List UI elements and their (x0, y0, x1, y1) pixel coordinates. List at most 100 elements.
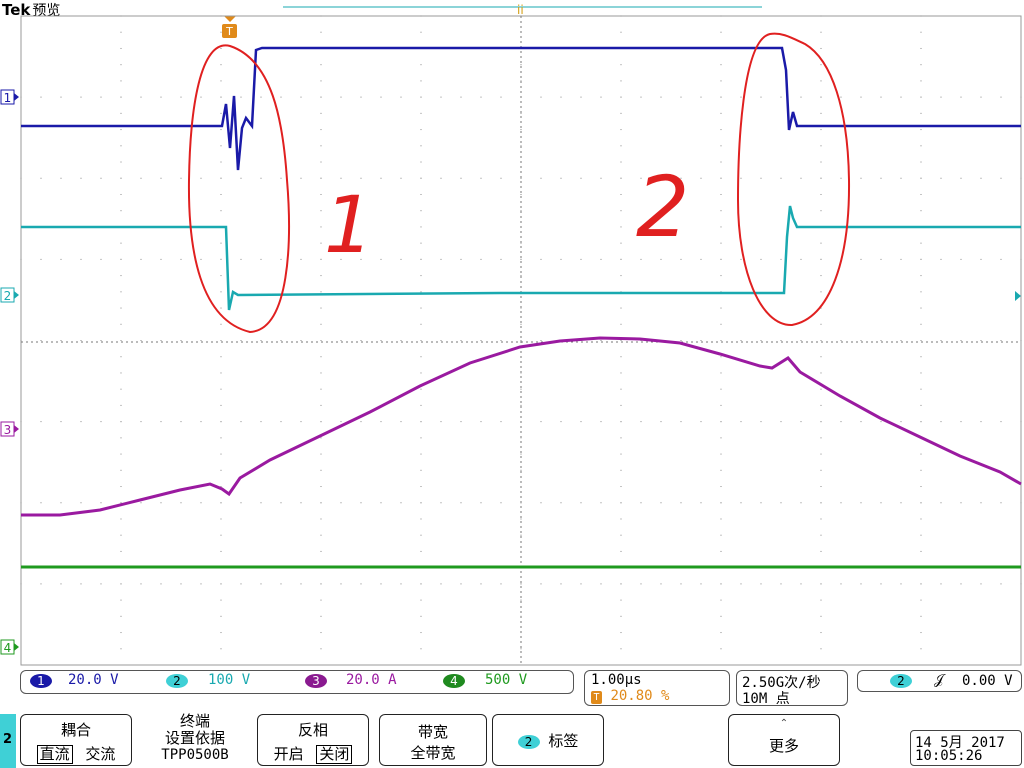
acquisition-box[interactable]: 2.50G次/秒 10M 点 (736, 670, 848, 707)
grid-dot (720, 421, 722, 423)
grid-dot (220, 469, 222, 471)
grid-dot (780, 502, 782, 504)
grid-dot (820, 177, 822, 179)
grid-dot (620, 550, 622, 552)
grid-dot (500, 177, 502, 179)
grid-dot (820, 47, 822, 49)
coupling-dc-option[interactable]: 直流 (36, 745, 73, 764)
grid-dot (700, 340, 702, 341)
grid-dot (420, 145, 422, 147)
coupling-ac-option[interactable]: 交流 (85, 745, 115, 763)
grid-dot (460, 421, 462, 423)
grid-dot (720, 161, 722, 163)
grid-dot (420, 518, 422, 520)
grid-dot (840, 502, 842, 504)
grid-dot (540, 502, 542, 504)
grid-dot (120, 469, 122, 471)
grid-dot (120, 112, 122, 114)
grid-dot (520, 534, 522, 536)
bandwidth-button[interactable]: 带宽 全带宽 (379, 714, 487, 766)
grid-dot (740, 340, 742, 341)
bandwidth-title: 带宽 (417, 723, 448, 741)
grid-dot (620, 615, 622, 617)
grid-dot (480, 583, 482, 585)
trigger-marker-letter: T (225, 25, 233, 38)
grid-dot (120, 550, 122, 552)
trigger-box[interactable]: 2 𝒥 0.00 V (857, 670, 1022, 692)
grid-dot (40, 96, 42, 98)
invert-off-option[interactable]: 关闭 (316, 745, 353, 764)
ch1-badge[interactable]: 1 (30, 674, 52, 688)
grid-dot (220, 632, 222, 634)
grid-dot (120, 404, 122, 406)
grid-dot (500, 96, 502, 98)
grid-dot (1000, 502, 1002, 504)
grid-dot (560, 502, 562, 504)
grid-dot (820, 404, 822, 406)
grid-dot (80, 340, 82, 341)
grid-dot (300, 258, 302, 260)
grid-dot (920, 96, 922, 98)
side-channel-tab[interactable]: 2 (0, 714, 16, 768)
grid-dot (360, 340, 362, 341)
grid-dot (280, 583, 282, 585)
more-button[interactable]: ⌃ 更多 (728, 714, 840, 766)
trigger-position-icon: T (591, 691, 602, 704)
grid-dot (920, 193, 922, 195)
grid-dot (420, 80, 422, 82)
grid-dot (220, 145, 222, 147)
grid-dot (120, 518, 122, 520)
grid-dot (860, 96, 862, 98)
grid-dot (280, 96, 282, 98)
grid-dot (1020, 177, 1022, 179)
grid-dot (220, 388, 222, 390)
grid-dot (980, 258, 982, 260)
grid-dot (360, 421, 362, 423)
grid-dot (600, 583, 602, 585)
coupling-button[interactable]: 耦合 直流 交流 (20, 714, 132, 766)
grid-dot (220, 80, 222, 82)
grid-dot (620, 129, 622, 131)
invert-on-option[interactable]: 开启 (274, 745, 304, 763)
grid-dot (80, 583, 82, 585)
grid-dot (400, 258, 402, 260)
grid-dot (780, 177, 782, 179)
grid-dot (520, 453, 522, 455)
grid-dot (20, 177, 22, 179)
ch3-badge[interactable]: 3 (305, 674, 327, 688)
grid-dot (20, 258, 22, 260)
label-button[interactable]: 2 标签 (492, 714, 604, 766)
grid-dot (440, 96, 442, 98)
invert-button[interactable]: 反相 开启 关闭 (257, 714, 369, 766)
ch4-badge[interactable]: 4 (443, 674, 465, 688)
timebase-box[interactable]: 1.00µs T 20.80 % (584, 670, 730, 706)
grid-dot (420, 226, 422, 228)
grid-dot (720, 469, 722, 471)
grid-dot (780, 583, 782, 585)
grid-dot (820, 469, 822, 471)
grid-dot (40, 502, 42, 504)
grid-dot (480, 340, 482, 341)
grid-dot (340, 502, 342, 504)
grid-dot (400, 421, 402, 423)
grid-dot (920, 599, 922, 601)
grid-dot (180, 258, 182, 260)
grid-dot (180, 502, 182, 504)
grid-dot (320, 340, 322, 341)
ch2-badge[interactable]: 2 (166, 674, 188, 688)
grid-dot (40, 421, 42, 423)
grid-dot (640, 583, 642, 585)
grid-dot (320, 226, 322, 228)
grid-dot (60, 177, 62, 179)
grid-dot (620, 323, 622, 325)
grid-dot (660, 258, 662, 260)
grid-dot (220, 340, 222, 341)
termination-button[interactable]: 终端 设置依据 TPP0500B (144, 713, 246, 766)
grid-dot (700, 583, 702, 585)
grid-dot (320, 96, 322, 98)
grid-dot (560, 258, 562, 260)
grid-dot (820, 648, 822, 650)
grid-dot (420, 275, 422, 277)
grid-dot (500, 340, 502, 341)
grid-dot (160, 502, 162, 504)
